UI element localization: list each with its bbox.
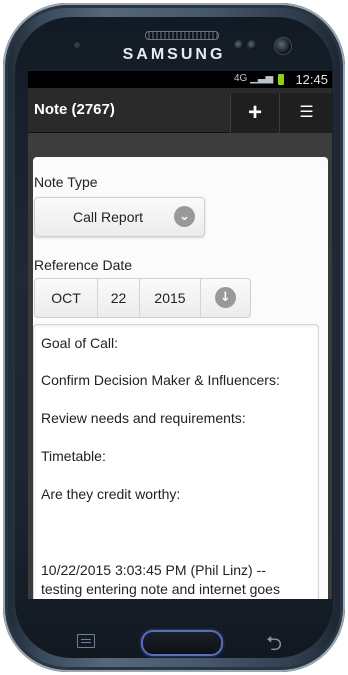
reference-date-label: Reference Date (34, 257, 133, 273)
back-key[interactable]: ⮌ (266, 629, 282, 663)
note-type-select[interactable]: Call Report ⌄ (34, 197, 205, 237)
note-type-value: Call Report (73, 209, 144, 225)
note-line: 10/22/2015 3:03:45 PM (Phil Linz) -- (41, 562, 266, 578)
date-picker-button[interactable]: ↓ (201, 279, 250, 317)
note-line: Timetable: (41, 448, 106, 464)
note-line: Confirm Decision Maker & Influencers: (41, 372, 280, 388)
note-line: testing entering note and internet goes (41, 581, 280, 597)
note-type-label: Note Type (34, 174, 98, 190)
menu-key[interactable] (77, 634, 95, 648)
date-day[interactable]: 22 (98, 279, 140, 317)
note-line: Review needs and requirements: (41, 410, 246, 426)
form-layer: Note Type Call Report ⌄ Reference Date O… (28, 71, 332, 599)
earpiece-speaker (145, 31, 219, 40)
chevron-down-icon: ⌄ (174, 206, 195, 227)
date-year[interactable]: 2015 (140, 279, 201, 317)
arrow-down-circle-icon: ↓ (215, 287, 236, 308)
note-line: Goal of Call: (41, 335, 119, 351)
note-textarea[interactable]: Goal of Call: Confirm Decision Maker & I… (33, 324, 319, 599)
note-line: Are they credit worthy: (41, 486, 181, 502)
brand-logo: SAMSUNG (122, 46, 226, 63)
home-key[interactable] (141, 630, 223, 656)
reference-date-picker: OCT 22 2015 ↓ (34, 278, 251, 318)
date-month[interactable]: OCT (35, 279, 98, 317)
